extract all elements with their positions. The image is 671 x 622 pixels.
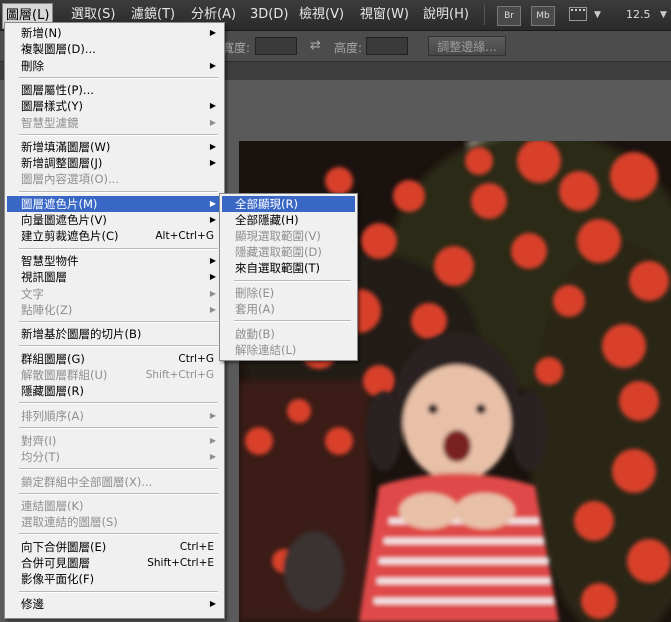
- menu-divider: [19, 77, 218, 79]
- submenu-item-hide-all[interactable]: 全部隱藏(H): [222, 212, 355, 228]
- menu-divider: [19, 345, 218, 347]
- menu-item-new[interactable]: 新增(N) ▶: [7, 25, 222, 41]
- menu-item-smart-object[interactable]: 智慧型物件 ▶: [7, 253, 222, 269]
- menu-item-type[interactable]: 文字 ▶: [7, 286, 222, 302]
- zoom-chevron-icon[interactable]: ▼: [660, 6, 667, 24]
- submenu-arrow-icon: ▶: [209, 411, 216, 420]
- layer-mask-submenu: 全部顯現(R) 全部隱藏(H) 顯現選取範圍(V) 隱藏選取範圍(D) 來自選取…: [219, 193, 358, 361]
- menu-item-layer-style[interactable]: 圖層樣式(Y) ▶: [7, 98, 222, 114]
- menu-item-align[interactable]: 對齊(I) ▶: [7, 433, 222, 449]
- swap-icon[interactable]: ⇄: [310, 38, 321, 53]
- chevron-down-icon[interactable]: ▼: [594, 6, 601, 24]
- submenu-arrow-icon: ▶: [209, 158, 216, 167]
- submenu-item-unlink[interactable]: 解除連結(L): [222, 342, 355, 358]
- menu-item-distribute[interactable]: 均分(T) ▶: [7, 449, 222, 465]
- layer-menu: 新增(N) ▶ 複製圖層(D)... 刪除 ▶ 圖層屬性(P)... 圖層樣式(Y)…: [4, 22, 225, 619]
- menu-divider: [19, 191, 218, 193]
- menu-item-video-layer[interactable]: 視訊圖層 ▶: [7, 269, 222, 285]
- submenu-arrow-icon: ▶: [209, 215, 216, 224]
- menu-item-new-adjustment-layer[interactable]: 新增調整圖層(J) ▶: [7, 155, 222, 171]
- menu-divider: [19, 134, 218, 136]
- submenu-arrow-icon: ▶: [209, 272, 216, 281]
- submenu-arrow-icon: ▶: [209, 61, 216, 70]
- bridge-icon[interactable]: Br: [497, 6, 521, 26]
- menu-item-group-layers[interactable]: 群組圖層(G) Ctrl+G: [7, 351, 222, 367]
- menu-item-merge-down[interactable]: 向下合併圖層(E) Ctrl+E: [7, 539, 222, 555]
- menu-divider: [19, 248, 218, 250]
- menu-divider: [19, 493, 218, 495]
- menu-item-select-linked-layers[interactable]: 選取連結的圖層(S): [7, 514, 222, 530]
- mini-bridge-icon[interactable]: Mb: [531, 6, 555, 26]
- menu-item-duplicate-layer[interactable]: 複製圖層(D)...: [7, 41, 222, 57]
- menu-view[interactable]: 檢視(V): [296, 6, 347, 24]
- menu-item-layer-mask[interactable]: 圖層遮色片(M) ▶: [7, 196, 222, 212]
- menu-divider: [19, 321, 218, 323]
- width-label: 寬度:: [222, 41, 251, 55]
- submenu-arrow-icon: ▶: [209, 142, 216, 151]
- menu-item-vector-mask[interactable]: 向量圖遮色片(V) ▶: [7, 212, 222, 228]
- zoom-level[interactable]: 12.5: [626, 6, 651, 24]
- menu-item-hide-layers[interactable]: 隱藏圖層(R): [7, 383, 222, 399]
- submenu-item-from-selection[interactable]: 來自選取範圍(T): [222, 260, 355, 276]
- menu-item-lock-all-layers-in-group[interactable]: 鎖定群組中全部圖層(X)...: [7, 474, 222, 490]
- submenu-item-hide-selection[interactable]: 隱藏選取範圍(D): [222, 244, 355, 260]
- menu-window[interactable]: 視窗(W): [357, 6, 412, 24]
- menu-divider: [19, 591, 218, 593]
- submenu-arrow-icon: ▶: [209, 436, 216, 445]
- submenu-arrow-icon: ▶: [209, 599, 216, 608]
- height-label: 高度:: [334, 41, 363, 55]
- menu-divider: [19, 402, 218, 404]
- height-input[interactable]: [366, 37, 408, 55]
- submenu-item-delete[interactable]: 刪除(E): [222, 285, 355, 301]
- menu-item-layer-properties[interactable]: 圖層屬性(P)...: [7, 82, 222, 98]
- menu-item-smart-filter[interactable]: 智慧型濾鏡 ▶: [7, 115, 222, 131]
- menu-item-layer-content-options[interactable]: 圖層內容選項(O)...: [7, 171, 222, 187]
- menu-divider: [234, 280, 351, 282]
- submenu-item-reveal-all[interactable]: 全部顯現(R): [222, 196, 355, 212]
- menu-divider: [234, 320, 351, 322]
- submenu-arrow-icon: ▶: [209, 256, 216, 265]
- width-input[interactable]: [255, 37, 297, 55]
- refine-edge-button[interactable]: 調整邊緣...: [428, 36, 506, 56]
- submenu-item-apply[interactable]: 套用(A): [222, 301, 355, 317]
- menu-item-rasterize[interactable]: 點陣化(Z) ▶: [7, 302, 222, 318]
- menu-3d[interactable]: 3D(D): [247, 6, 291, 24]
- submenu-arrow-icon: ▶: [209, 452, 216, 461]
- menu-item-link-layers[interactable]: 連結圖層(K): [7, 498, 222, 514]
- menubar-divider: [484, 5, 485, 25]
- submenu-arrow-icon: ▶: [209, 305, 216, 314]
- submenu-item-enable[interactable]: 啟動(B): [222, 326, 355, 342]
- menu-divider: [19, 533, 218, 535]
- menu-item-matting[interactable]: 修邊 ▶: [7, 596, 222, 612]
- menu-item-delete[interactable]: 刪除 ▶: [7, 58, 222, 74]
- submenu-arrow-icon: ▶: [209, 28, 216, 37]
- menu-item-merge-visible[interactable]: 合併可見圖層 Shift+Ctrl+E: [7, 555, 222, 571]
- menu-item-arrange[interactable]: 排列順序(A) ▶: [7, 408, 222, 424]
- submenu-arrow-icon: ▶: [209, 289, 216, 298]
- submenu-arrow-icon: ▶: [209, 101, 216, 110]
- menu-divider: [19, 468, 218, 470]
- menu-item-create-clipping-mask[interactable]: 建立剪裁遮色片(C) Alt+Ctrl+G: [7, 228, 222, 244]
- submenu-arrow-icon: ▶: [209, 118, 216, 127]
- menu-item-ungroup-layers[interactable]: 解散圖層群組(U) Shift+Ctrl+G: [7, 367, 222, 383]
- menu-item-new-fill-layer[interactable]: 新增填滿圖層(W) ▶: [7, 139, 222, 155]
- menu-divider: [19, 427, 218, 429]
- screen-mode-icon[interactable]: [569, 7, 587, 21]
- menu-help[interactable]: 說明(H): [420, 6, 472, 24]
- submenu-item-reveal-selection[interactable]: 顯現選取範圍(V): [222, 228, 355, 244]
- menu-item-new-layer-based-slice[interactable]: 新增基於圖層的切片(B): [7, 326, 222, 342]
- menu-item-flatten-image[interactable]: 影像平面化(F): [7, 571, 222, 587]
- submenu-arrow-icon: ▶: [209, 199, 216, 208]
